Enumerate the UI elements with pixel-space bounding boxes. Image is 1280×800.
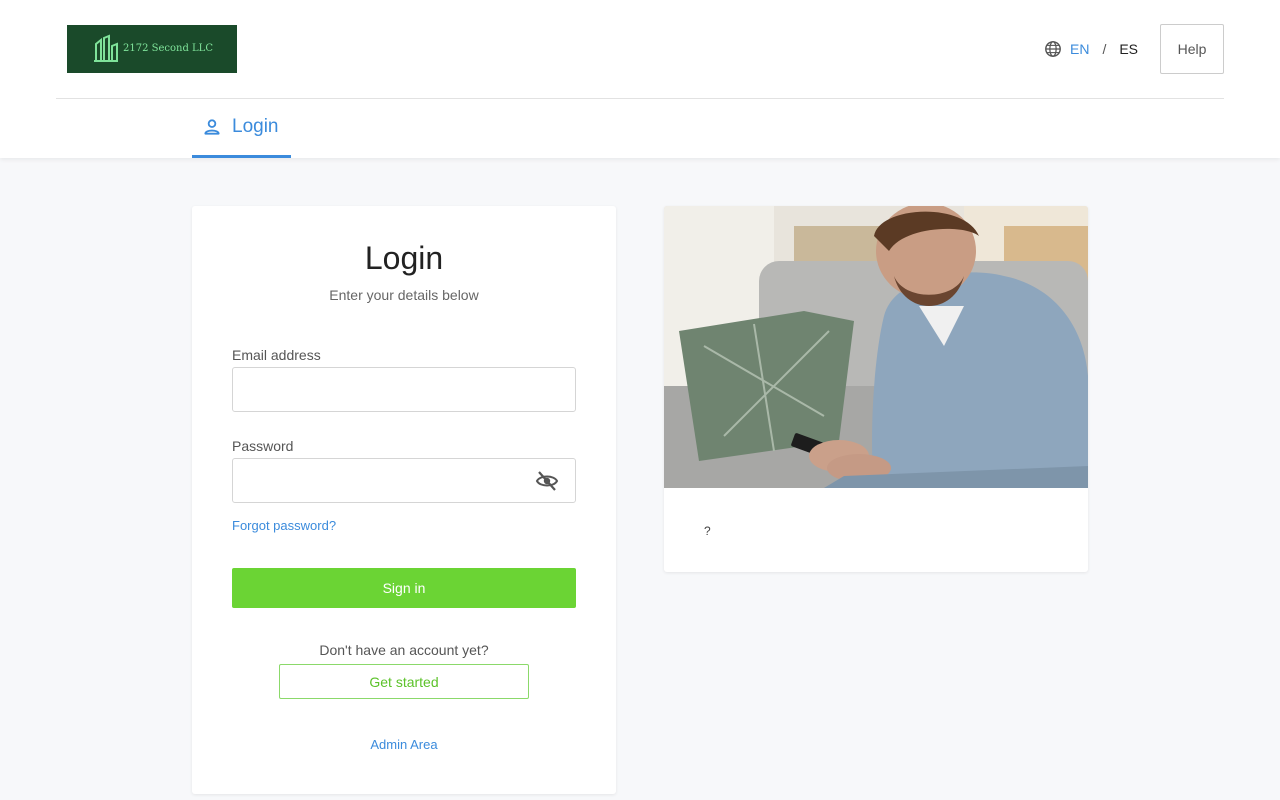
user-icon — [204, 119, 220, 135]
sign-in-button[interactable]: Sign in — [232, 568, 576, 608]
help-button[interactable]: Help — [1160, 24, 1224, 74]
man-with-phone-photo — [664, 206, 1088, 488]
language-es-link[interactable]: ES — [1119, 41, 1138, 57]
globe-icon — [1045, 41, 1061, 57]
login-card: Login Enter your details below Email add… — [192, 206, 616, 794]
email-field[interactable] — [232, 367, 576, 412]
email-label: Email address — [232, 347, 321, 363]
login-title: Login — [364, 240, 444, 276]
promo-caption: ? — [704, 524, 711, 538]
logo-text: 2172 Second LLC — [123, 43, 213, 54]
language-separator: / — [1102, 41, 1107, 57]
no-account-text: Don't have an account yet? — [319, 642, 489, 658]
get-started-button[interactable]: Get started — [279, 664, 529, 699]
language-en-link[interactable]: EN — [1070, 41, 1089, 57]
password-field[interactable] — [232, 458, 576, 503]
top-header: 2172 Second LLC EN / ES Help Login — [0, 0, 1280, 158]
login-subtitle: Enter your details below — [329, 287, 479, 303]
tab-login-label: Login — [232, 116, 279, 137]
forgot-password-link[interactable]: Forgot password? — [232, 518, 336, 533]
eye-off-icon[interactable] — [535, 470, 559, 492]
company-logo[interactable]: 2172 Second LLC — [67, 25, 237, 73]
password-label: Password — [232, 438, 294, 454]
promo-card: ? — [664, 206, 1088, 572]
admin-area-link[interactable]: Admin Area — [192, 737, 616, 752]
language-switcher: EN / ES — [1044, 40, 1138, 58]
tab-login[interactable]: Login — [192, 99, 291, 158]
building-logo-icon — [94, 34, 118, 62]
